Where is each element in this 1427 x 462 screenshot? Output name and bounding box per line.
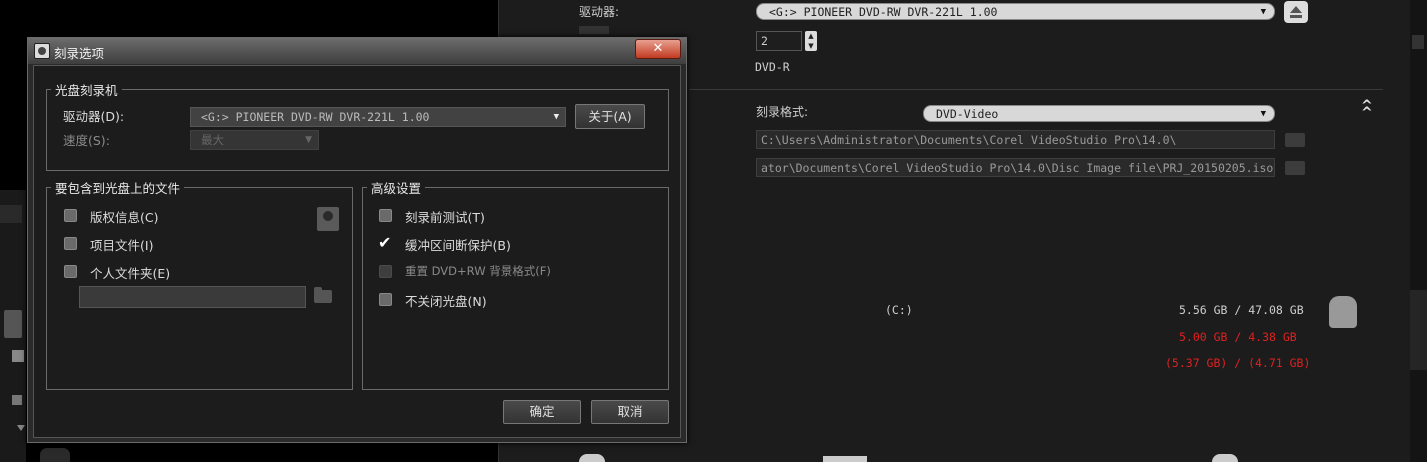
- list-icon[interactable]: [12, 350, 24, 362]
- burn-format-label: 刻录格式:: [756, 105, 809, 119]
- checkbox-box[interactable]: [64, 237, 77, 250]
- close-icon: ✕: [652, 41, 664, 56]
- about-button[interactable]: 关于(A): [575, 104, 645, 129]
- recorder-legend: 光盘刻录机: [55, 83, 118, 98]
- speed-select[interactable]: 最大 ▼: [190, 130, 319, 150]
- space-required: 5.00 GB / 4.38 GB: [1179, 330, 1297, 344]
- eject-button[interactable]: [1284, 1, 1308, 23]
- test-before-burn-label: 刻录前测试(T): [405, 210, 485, 225]
- speed-label: 速度(S):: [63, 133, 110, 148]
- advanced-legend: 高级设置: [371, 181, 422, 196]
- next-button[interactable]: [1212, 454, 1238, 462]
- dont-close-disc-label: 不关闭光盘(N): [405, 294, 487, 309]
- burn-options-dialog: 刻录选项 ✕ 光盘刻录机 驱动器(D): <G:> PIONEER DVD-RW…: [27, 37, 687, 443]
- folder-icon[interactable]: [1285, 161, 1305, 175]
- personal-folder-label: 个人文件夹(E): [90, 266, 171, 281]
- film-icon[interactable]: [40, 448, 70, 462]
- collapse-icon[interactable]: ^ ^: [1361, 99, 1373, 120]
- checkbox-box[interactable]: [379, 293, 392, 306]
- drive-label: 驱动器(D):: [63, 109, 125, 124]
- chevron-down-icon: ▼: [1260, 7, 1266, 17]
- play-button[interactable]: [579, 454, 605, 462]
- checkbox-box[interactable]: [379, 209, 392, 222]
- iso-file-path[interactable]: ator\Documents\Corel VideoStudio Pro\14.…: [756, 158, 1275, 177]
- check-icon[interactable]: [378, 233, 392, 252]
- drive-label: 驱动器:: [579, 5, 620, 19]
- divider: [689, 89, 1383, 90]
- folder-icon[interactable]: [314, 287, 332, 303]
- far-right-strip: [1410, 0, 1427, 462]
- person-glyph: [323, 211, 333, 221]
- reset-dvdrw-label: 重置 DVD+RW 背景格式(F): [405, 264, 551, 278]
- lock-icon[interactable]: [12, 395, 22, 405]
- output-folder-path[interactable]: C:\Users\Administrator\Documents\Corel V…: [756, 130, 1275, 149]
- chevron-down-icon: ▼: [1260, 109, 1266, 119]
- drive-select-value: <G:> PIONEER DVD-RW DVR-221L 1.00: [769, 5, 998, 19]
- copyright-label: 版权信息(C): [90, 210, 159, 225]
- burn-format-select[interactable]: DVD-Video ▼: [923, 105, 1275, 122]
- project-file-label: 项目文件(I): [90, 238, 154, 253]
- copies-label: [579, 26, 609, 34]
- left-toolbar-strip: [0, 190, 26, 462]
- files-legend: 要包含到光盘上的文件: [55, 181, 181, 196]
- timeline-button[interactable]: [4, 310, 22, 338]
- checkbox-box[interactable]: [379, 265, 392, 278]
- copies-stepper[interactable]: ▲ ▼: [805, 31, 817, 51]
- drive-select[interactable]: <G:> PIONEER DVD-RW DVR-221L 1.00 ▼: [756, 3, 1275, 20]
- eject-icon: [1290, 6, 1302, 13]
- scroll-thumb[interactable]: [1412, 35, 1424, 49]
- dialog-title: 刻录选项: [54, 46, 105, 61]
- copies-input[interactable]: 2: [756, 31, 802, 51]
- drive-c-label: (C:): [885, 303, 913, 317]
- document-icon[interactable]: [317, 207, 339, 231]
- folder-icon[interactable]: [1285, 133, 1305, 147]
- personal-folder-input[interactable]: [79, 286, 306, 308]
- disc-space-icon[interactable]: [1329, 296, 1357, 328]
- chevron-down-icon: ▼: [305, 135, 312, 145]
- ruler: [1410, 290, 1427, 370]
- drive-select-value: <G:> PIONEER DVD-RW DVR-221L 1.00: [201, 110, 430, 124]
- drive-select[interactable]: <G:> PIONEER DVD-RW DVR-221L 1.00 ▼: [190, 107, 566, 127]
- chevron-down-icon: ▼: [553, 112, 559, 122]
- cancel-button[interactable]: 取消: [591, 400, 669, 424]
- speed-select-value: 最大: [201, 133, 224, 147]
- buffer-underrun-label: 缓冲区间断保护(B): [405, 238, 511, 253]
- space-available: 5.56 GB / 47.08 GB: [1179, 303, 1304, 317]
- checkbox-box[interactable]: [64, 265, 77, 278]
- checkbox-box[interactable]: [64, 209, 77, 222]
- burn-format-value: DVD-Video: [936, 107, 999, 121]
- disc-icon: [34, 43, 50, 59]
- dialog-titlebar[interactable]: 刻录选项 ✕: [28, 38, 686, 64]
- eject-bar: [1290, 15, 1302, 18]
- disc-type: DVD-R: [755, 60, 790, 74]
- stop-button[interactable]: [823, 456, 867, 462]
- close-button[interactable]: ✕: [635, 39, 681, 59]
- ok-button[interactable]: 确定: [503, 400, 581, 424]
- marker-icon[interactable]: [0, 205, 22, 223]
- dialog-body: 光盘刻录机 驱动器(D): <G:> PIONEER DVD-RW DVR-22…: [33, 65, 681, 438]
- chevron-down-icon[interactable]: [17, 425, 25, 431]
- space-required-total: (5.37 GB) / (4.71 GB): [1165, 356, 1311, 370]
